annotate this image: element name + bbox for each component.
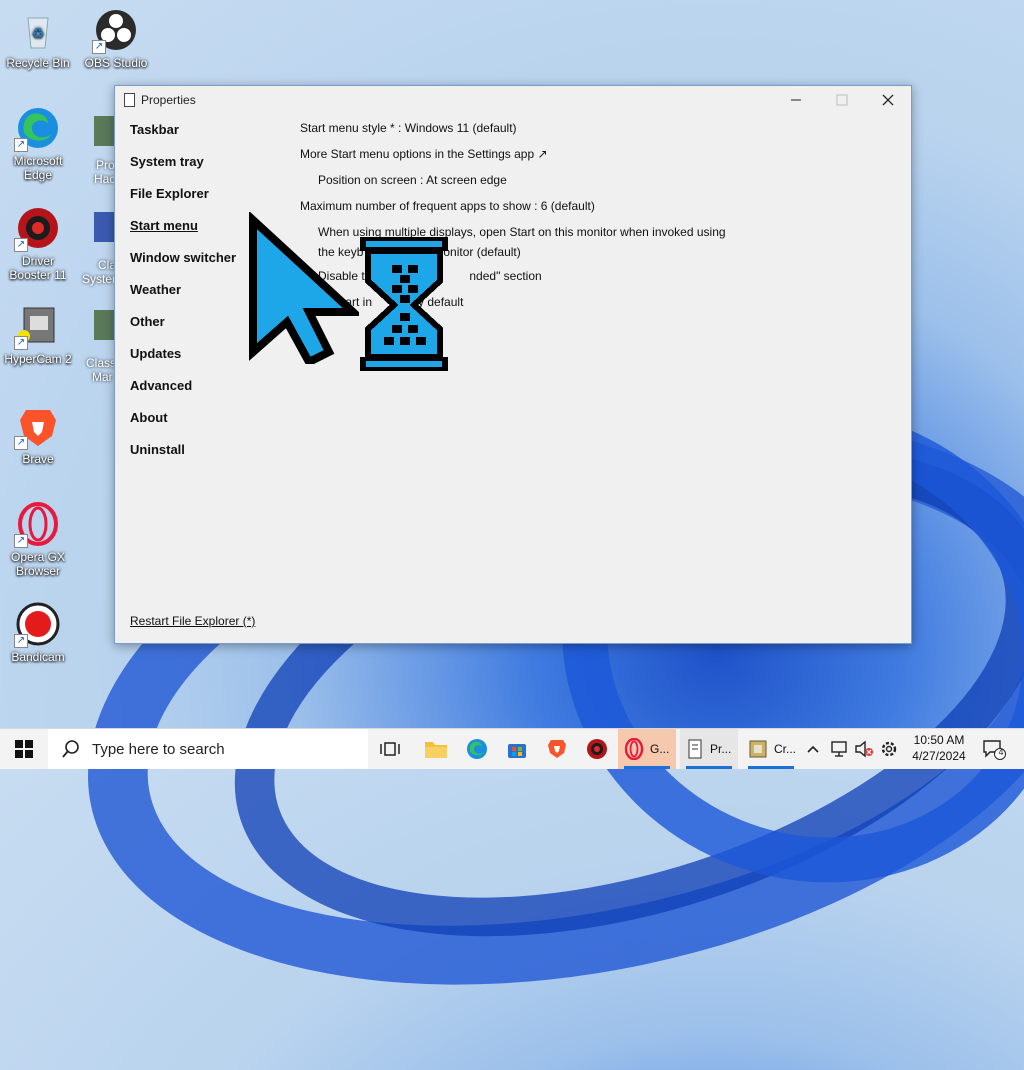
sidebar-item-uninstall[interactable]: Uninstall xyxy=(130,442,280,474)
partial-icon-label: Syster xyxy=(82,272,117,286)
setting-more-start-options-link[interactable]: More Start menu options in the Settings … xyxy=(300,146,860,172)
partial-icon-program-hacker[interactable] xyxy=(92,112,116,155)
window-titlebar[interactable]: Properties xyxy=(115,86,911,114)
partial-icon-classic-manager[interactable] xyxy=(92,306,116,349)
taskbar-edge[interactable] xyxy=(466,729,488,769)
partial-icon-label: Hac xyxy=(94,172,116,186)
desktop-icon-microsoft-edge[interactable]: ↗ Microsoft Edge xyxy=(0,106,76,182)
opera-gx-icon xyxy=(624,738,644,760)
start-button[interactable] xyxy=(0,729,48,769)
desktop-icon-label: OBS Studio xyxy=(84,56,148,70)
partial-icon-label: Pro xyxy=(96,158,115,172)
maximize-icon xyxy=(836,94,848,106)
taskbar-brave[interactable] xyxy=(546,729,568,769)
show-hidden-icons-button[interactable] xyxy=(806,729,820,769)
setting-start-menu-style[interactable]: Start menu style * : Windows 11 (default… xyxy=(300,120,860,146)
window-title: Properties xyxy=(141,93,196,107)
minimize-icon xyxy=(791,99,801,101)
desktop-icon-label: Bandicam xyxy=(11,650,65,664)
brave-lion-icon: ↗ xyxy=(14,404,60,450)
desktop-icon-label: Brave xyxy=(22,452,54,466)
desktop-icon-opera-gx[interactable]: ↗ Opera GX Browser xyxy=(0,502,76,578)
window-app-icon xyxy=(124,93,135,107)
search-placeholder: Type here to search xyxy=(92,740,225,758)
partial-icon-label: Mar xyxy=(92,370,113,384)
driver-booster-icon xyxy=(587,739,607,759)
recycle-bin-icon: ♻ xyxy=(16,8,60,52)
taskbar-opera-gx-window[interactable]: G... xyxy=(618,729,676,769)
search-icon xyxy=(62,740,79,758)
desktop-icon-label: Opera GX Browser xyxy=(10,550,66,578)
properties-window: Properties Taskbar System tray File Expl… xyxy=(114,85,912,644)
network-icon xyxy=(831,741,847,757)
sidebar-item-advanced[interactable]: Advanced xyxy=(130,378,280,410)
edge-icon xyxy=(467,739,487,759)
taskbar-cr-window[interactable]: Cr... xyxy=(742,729,800,769)
obs-studio-icon: ↗ xyxy=(92,8,138,54)
volume-muted-icon xyxy=(855,740,873,758)
partial-icon-classic-system[interactable] xyxy=(92,208,116,251)
folder-icon xyxy=(425,742,447,758)
sidebar-item-taskbar[interactable]: Taskbar xyxy=(130,122,280,154)
task-view-button[interactable] xyxy=(380,729,406,769)
desktop-icon-obs-studio[interactable]: ↗ OBS Studio xyxy=(78,8,154,70)
bandicam-record-icon: ↗ xyxy=(14,602,60,648)
brave-lion-icon xyxy=(548,740,566,758)
taskbar-app-label: Cr... xyxy=(774,742,797,756)
close-button[interactable] xyxy=(865,86,911,114)
maximize-button[interactable] xyxy=(819,86,865,114)
taskbar-search-box[interactable]: Type here to search xyxy=(48,729,368,769)
windows-logo-icon xyxy=(15,740,33,758)
sidebar-item-about[interactable]: About xyxy=(130,410,280,442)
task-view-icon xyxy=(380,742,400,756)
sidebar-item-system-tray[interactable]: System tray xyxy=(130,154,280,186)
setting-max-frequent-apps[interactable]: Maximum number of frequent apps to show … xyxy=(300,198,860,224)
desktop-icon-label: Recycle Bin xyxy=(6,56,70,70)
setting-position-on-screen[interactable]: Position on screen : At screen edge xyxy=(300,172,860,198)
clock-time: 10:50 AM xyxy=(913,733,965,747)
opera-gx-icon: ↗ xyxy=(14,502,60,548)
taskbar: Type here to search G... Pr... Cr... 10:… xyxy=(0,728,1024,769)
taskbar-clock[interactable]: 10:50 AM 4/27/2024 xyxy=(906,732,972,764)
notification-center-button[interactable]: 4 xyxy=(982,729,1006,769)
svg-text:♻: ♻ xyxy=(32,25,45,41)
store-bag-icon xyxy=(508,744,526,758)
gear-icon xyxy=(881,741,897,757)
desktop-icon-recycle-bin[interactable]: ♻ Recycle Bin xyxy=(0,8,76,70)
taskbar-file-explorer[interactable] xyxy=(424,729,448,769)
setting-text-fragment: onitor (default) xyxy=(443,245,521,259)
setting-text-fragment: nded" section xyxy=(469,269,542,283)
volume-tray-button[interactable] xyxy=(854,729,874,769)
driver-booster-icon: ↗ xyxy=(14,206,60,252)
settings-tray-button[interactable] xyxy=(880,729,898,769)
network-tray-button[interactable] xyxy=(830,729,850,769)
minimize-button[interactable] xyxy=(773,86,819,114)
properties-app-icon xyxy=(688,739,702,759)
app-window-icon xyxy=(749,740,767,758)
hourglass-busy-icon xyxy=(358,235,450,378)
taskbar-app-label: G... xyxy=(650,742,670,756)
chevron-up-icon xyxy=(807,745,819,753)
hypercam-icon: ↗ xyxy=(14,304,60,350)
edge-icon: ↗ xyxy=(14,106,60,152)
taskbar-app-label: Pr... xyxy=(710,742,732,756)
notification-count-badge: 4 xyxy=(998,747,1004,757)
desktop-icon-driver-booster[interactable]: ↗ Driver Booster 11 xyxy=(0,206,76,282)
desktop-icon-label: Driver Booster 11 xyxy=(9,254,67,282)
mouse-cursor-icon xyxy=(247,210,364,369)
taskbar-driver-booster[interactable] xyxy=(586,729,608,769)
taskbar-properties-window[interactable]: Pr... xyxy=(680,729,738,769)
clock-date: 4/27/2024 xyxy=(912,749,966,763)
desktop-icon-bandicam[interactable]: ↗ Bandicam xyxy=(0,602,76,664)
desktop-icon-brave[interactable]: ↗ Brave xyxy=(0,404,76,466)
desktop-icon-label: Microsoft Edge xyxy=(13,154,63,182)
desktop-icon-hypercam[interactable]: ↗ HyperCam 2 xyxy=(0,304,76,366)
close-icon xyxy=(882,94,894,106)
restart-file-explorer-link[interactable]: Restart File Explorer (*) xyxy=(130,614,255,628)
desktop-icon-label: HyperCam 2 xyxy=(4,352,72,366)
partial-icon-label: Class xyxy=(86,356,117,370)
taskbar-store[interactable] xyxy=(506,729,528,769)
